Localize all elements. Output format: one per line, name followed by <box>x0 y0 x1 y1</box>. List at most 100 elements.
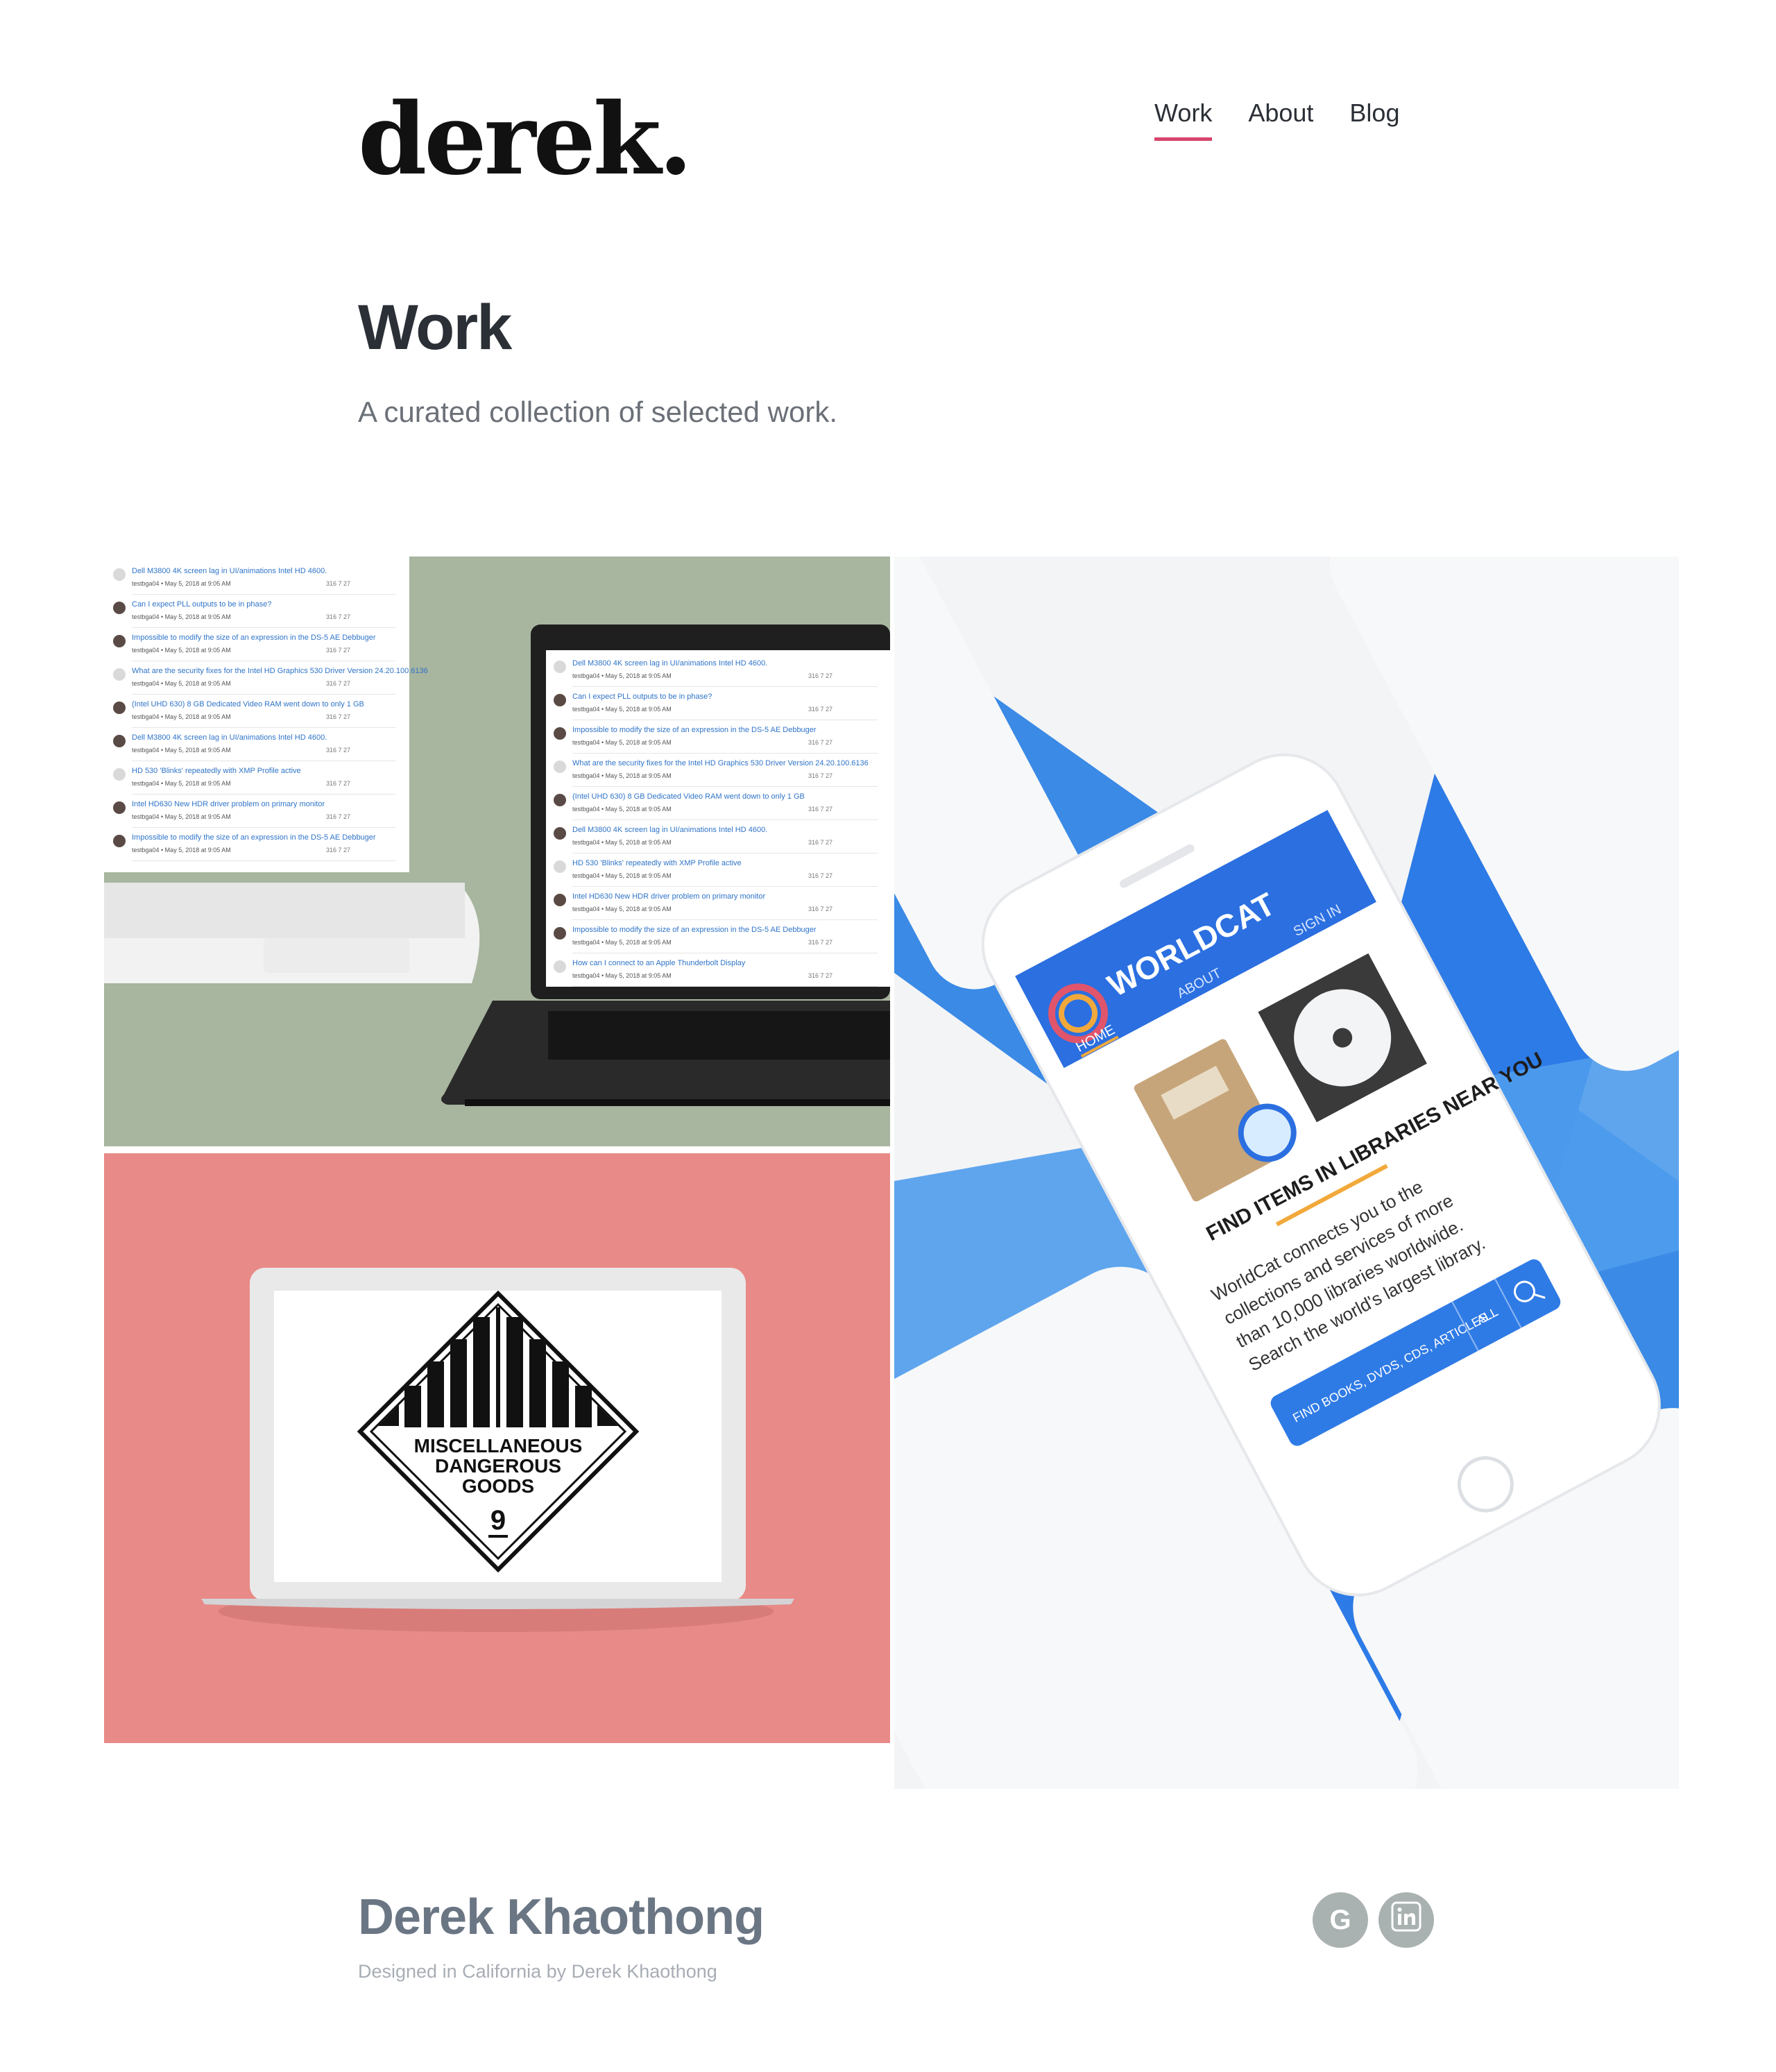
forum-thread-meta: testbga04 • May 5, 2018 at 9:05 AM <box>132 747 231 754</box>
forum-thread-stats: 316 7 27 <box>326 580 350 587</box>
avatar <box>554 827 566 840</box>
forum-thread-title: Intel HD630 New HDR driver problem on pr… <box>572 892 765 901</box>
avatar <box>554 860 566 873</box>
forum-thread-stats: 316 7 27 <box>326 680 350 687</box>
site-header: derek. Work About Blog <box>0 0 1776 208</box>
forum-thread-stats: 316 7 27 <box>326 647 350 654</box>
nav-item-work[interactable]: Work <box>1154 99 1213 141</box>
forum-thread-meta: testbga04 • May 5, 2018 at 9:05 AM <box>132 647 231 654</box>
main-nav: Work About Blog <box>1154 99 1399 141</box>
forum-thread-stats: 316 7 27 <box>326 813 350 820</box>
forum-thread-stats: 316 7 27 <box>326 613 350 620</box>
avatar <box>113 668 126 681</box>
project-card-forum[interactable]: Dell M3800 4K screen lag in UI/animation… <box>104 557 890 1146</box>
forum-thread-title: Impossible to modify the size of an expr… <box>132 634 376 642</box>
forum-thread-meta: testbga04 • May 5, 2018 at 9:05 AM <box>132 780 231 787</box>
forum-thread-stats: 316 7 27 <box>808 739 832 746</box>
avatar <box>554 960 566 973</box>
forum-thread-title: Dell M3800 4K screen lag in UI/animation… <box>572 826 767 834</box>
avatar <box>554 927 566 940</box>
placard-number: 9 <box>490 1505 506 1536</box>
page-title: Work <box>358 292 512 363</box>
forum-thread-meta: testbga04 • May 5, 2018 at 9:05 AM <box>132 713 231 720</box>
forum-thread-meta: testbga04 • May 5, 2018 at 9:05 AM <box>132 613 231 620</box>
google-link[interactable]: G <box>1313 1892 1368 1948</box>
forum-thread-meta: testbga04 • May 5, 2018 at 9:05 AM <box>132 580 231 587</box>
forum-thread-title: What are the security fixes for the Inte… <box>572 759 869 767</box>
forum-thread-title: What are the security fixes for the Inte… <box>132 667 428 675</box>
placard-line-2: DANGEROUS <box>435 1455 561 1477</box>
forum-thread-stats: 316 7 27 <box>326 847 350 854</box>
forum-thread-meta: testbga04 • May 5, 2018 at 9:05 AM <box>572 806 672 813</box>
forum-thread-stats: 316 7 27 <box>808 972 832 979</box>
linkedin-link[interactable] <box>1378 1892 1434 1948</box>
forum-thread-stats: 316 7 27 <box>808 839 832 846</box>
forum-thread-title: (Intel UHD 630) 8 GB Dedicated Video RAM… <box>132 700 364 708</box>
forum-thread-stats: 316 7 27 <box>808 772 832 779</box>
forum-thread-stats: 316 7 27 <box>808 706 832 713</box>
avatar <box>554 794 566 806</box>
avatar <box>554 761 566 773</box>
avatar <box>113 602 126 614</box>
worldcat-phone-illustration: WORLDCAT HOME ABOUT SIGN IN FIND ITEMS I… <box>894 557 1679 1789</box>
avatar <box>113 702 126 714</box>
forum-thread-meta: testbga04 • May 5, 2018 at 9:05 AM <box>132 813 231 820</box>
project-card-dangerous-goods[interactable]: MISCELLANEOUS DANGEROUS GOODS 9 <box>104 1153 890 1743</box>
avatar <box>113 635 126 647</box>
placard-line-1: MISCELLANEOUS <box>414 1435 583 1457</box>
avatar <box>113 835 126 847</box>
forum-thread-title: Can I expect PLL outputs to be in phase? <box>132 600 271 609</box>
forum-thread-title: Dell M3800 4K screen lag in UI/animation… <box>132 567 327 575</box>
forum-thread-stats: 316 7 27 <box>808 806 832 813</box>
avatar <box>554 661 566 673</box>
forum-thread-title: Dell M3800 4K screen lag in UI/animation… <box>132 733 327 742</box>
forum-thread-meta: testbga04 • May 5, 2018 at 9:05 AM <box>132 847 231 854</box>
site-logo[interactable]: derek. <box>358 90 693 189</box>
forum-thread-title: HD 530 'Blinks' repeatedly with XMP Prof… <box>572 859 742 867</box>
avatar <box>554 727 566 740</box>
forum-thread-stats: 316 7 27 <box>808 906 832 912</box>
forum-thread-stats: 316 7 27 <box>808 872 832 879</box>
forum-thread-title: Impossible to modify the size of an expr… <box>572 726 817 734</box>
forum-thread-stats: 316 7 27 <box>808 672 832 679</box>
google-icon: G <box>1329 1904 1351 1935</box>
forum-thread-meta: testbga04 • May 5, 2018 at 9:05 AM <box>572 839 672 846</box>
footer-name: Derek Khaothong <box>358 1890 765 1945</box>
forum-thread-meta: testbga04 • May 5, 2018 at 9:05 AM <box>132 680 231 687</box>
forum-thread-stats: 316 7 27 <box>326 747 350 754</box>
forum-laptops-illustration: Dell M3800 4K screen lag in UI/animation… <box>104 557 890 1106</box>
page-subtitle: A curated collection of selected work. <box>358 396 838 428</box>
placard-line-3: GOODS <box>462 1475 534 1497</box>
forum-thread-title: Dell M3800 4K screen lag in UI/animation… <box>572 659 767 668</box>
nav-item-about[interactable]: About <box>1248 99 1313 141</box>
forum-thread-meta: testbga04 • May 5, 2018 at 9:05 AM <box>572 739 672 746</box>
forum-thread-meta: testbga04 • May 5, 2018 at 9:05 AM <box>572 672 672 679</box>
forum-thread-meta: testbga04 • May 5, 2018 at 9:05 AM <box>572 872 672 879</box>
nav-item-blog[interactable]: Blog <box>1349 99 1399 141</box>
linkedin-icon <box>1391 1901 1421 1939</box>
forum-thread-title: How can I connect to an Apple Thunderbol… <box>572 959 746 967</box>
forum-thread-meta: testbga04 • May 5, 2018 at 9:05 AM <box>572 906 672 912</box>
forum-thread-title: Intel HD630 New HDR driver problem on pr… <box>132 800 325 808</box>
forum-thread-title: Impossible to modify the size of an expr… <box>572 926 817 934</box>
forum-thread-title: Impossible to modify the size of an expr… <box>132 833 376 842</box>
avatar <box>113 568 126 581</box>
project-card-worldcat[interactable]: WORLDCAT HOME ABOUT SIGN IN FIND ITEMS I… <box>894 557 1679 1789</box>
placard-laptop-illustration: MISCELLANEOUS DANGEROUS GOODS 9 <box>201 1268 794 1632</box>
avatar <box>554 694 566 706</box>
forum-thread-meta: testbga04 • May 5, 2018 at 9:05 AM <box>572 772 672 779</box>
forum-thread-stats: 316 7 27 <box>808 939 832 946</box>
avatar <box>554 894 566 906</box>
avatar <box>113 735 126 747</box>
forum-thread-meta: testbga04 • May 5, 2018 at 9:05 AM <box>572 972 672 979</box>
avatar <box>113 801 126 814</box>
forum-thread-stats: 316 7 27 <box>326 713 350 720</box>
forum-thread-title: Can I expect PLL outputs to be in phase? <box>572 693 712 701</box>
forum-thread-title: (Intel UHD 630) 8 GB Dedicated Video RAM… <box>572 792 805 801</box>
forum-thread-meta: testbga04 • May 5, 2018 at 9:05 AM <box>572 706 672 713</box>
footer-credit: Designed in California by Derek Khaothon… <box>358 1961 717 1982</box>
forum-thread-meta: testbga04 • May 5, 2018 at 9:05 AM <box>572 939 672 946</box>
forum-thread-stats: 316 7 27 <box>326 780 350 787</box>
avatar <box>113 768 126 781</box>
forum-thread-title: HD 530 'Blinks' repeatedly with XMP Prof… <box>132 767 301 775</box>
